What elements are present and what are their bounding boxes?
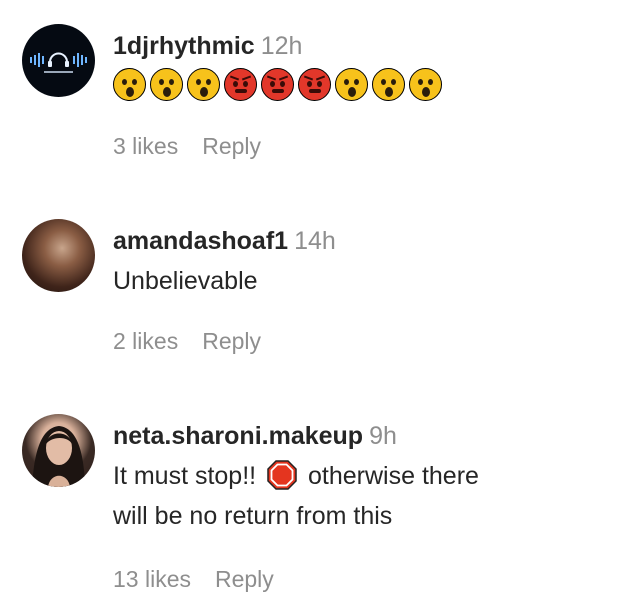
comment-text: Unbelievable — [113, 267, 258, 295]
reply-button[interactable]: Reply — [202, 328, 261, 355]
username[interactable]: 1djrhythmic — [113, 32, 255, 60]
avatar[interactable] — [22, 219, 95, 292]
astonished-face-icon — [372, 68, 405, 101]
astonished-face-icon — [187, 68, 220, 101]
dj-logo-icon — [30, 52, 87, 73]
timestamp: 14h — [294, 227, 336, 255]
timestamp: 9h — [369, 422, 397, 450]
like-count[interactable]: 2 likes — [113, 328, 178, 355]
reply-button[interactable]: Reply — [202, 133, 261, 160]
username[interactable]: amandashoaf1 — [113, 227, 288, 255]
like-count[interactable]: 3 likes — [113, 133, 178, 160]
reply-button[interactable]: Reply — [215, 566, 274, 593]
avatar[interactable] — [22, 414, 95, 487]
stop-sign-icon — [267, 460, 297, 490]
timestamp: 12h — [260, 32, 303, 60]
angry-face-icon — [261, 68, 294, 101]
astonished-face-icon — [113, 68, 146, 101]
like-count[interactable]: 13 likes — [113, 566, 191, 593]
astonished-face-icon — [409, 68, 442, 101]
angry-face-icon — [298, 68, 331, 101]
emoji-text — [113, 68, 442, 101]
angry-face-icon — [224, 68, 257, 101]
comment-text-part1: It must stop!! — [113, 462, 257, 490]
avatar-portrait — [32, 426, 85, 487]
comment-text-line2: will be no return from this — [113, 502, 393, 530]
username[interactable]: neta.sharoni.makeup — [113, 422, 363, 450]
astonished-face-icon — [335, 68, 368, 101]
comment-text-part2: otherwise there — [308, 462, 479, 490]
comment-text: It must stop!! otherwise there — [113, 456, 479, 496]
astonished-face-icon — [150, 68, 183, 101]
avatar[interactable] — [22, 24, 95, 97]
